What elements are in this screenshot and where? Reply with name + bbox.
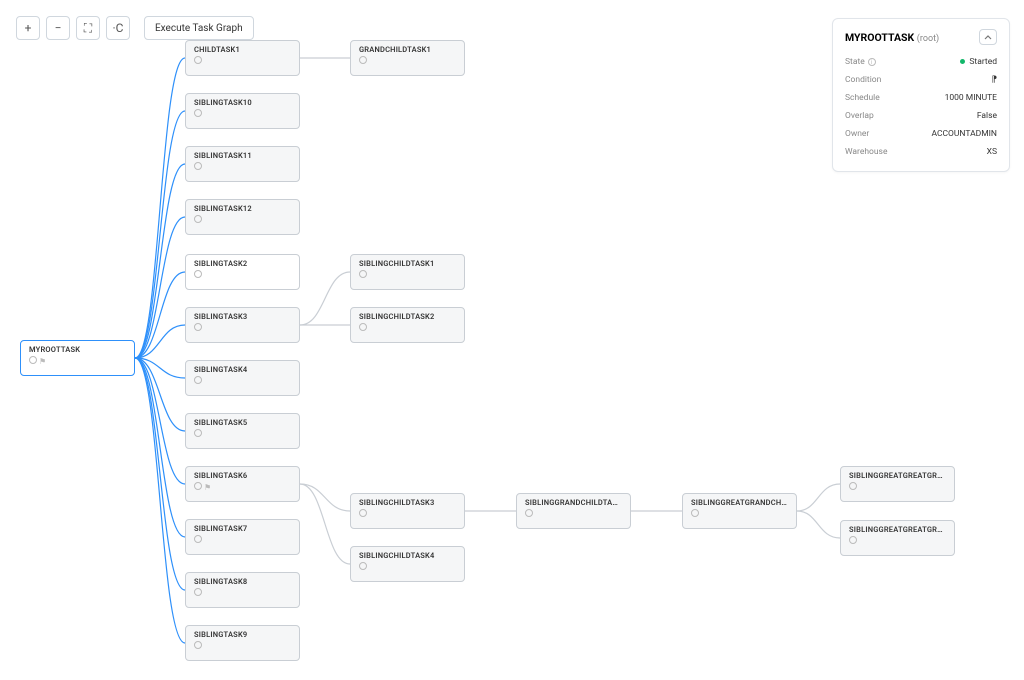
- panel-title: MYROOTTASK (root): [845, 31, 939, 44]
- task-label: SIBLINGTASK5: [194, 418, 291, 427]
- panel-row-schedule: Schedule 1000 MINUTE: [845, 89, 997, 107]
- task-node-root[interactable]: MYROOTTASK ⚑: [20, 340, 135, 376]
- task-label: SIBLINGTASK7: [194, 524, 291, 533]
- panel-row-overlap: Overlap False: [845, 107, 997, 125]
- task-label: SIBLINGGREATGRANDCHIL…: [691, 498, 788, 507]
- task-sub-icons: ⚑: [29, 356, 126, 366]
- fullscreen-button[interactable]: ⛶: [76, 16, 100, 40]
- execute-task-graph-button[interactable]: Execute Task Graph: [144, 16, 254, 40]
- detail-panel: MYROOTTASK (root) State i Started Condit…: [832, 18, 1010, 172]
- task-node[interactable]: SIBLINGTASK10: [185, 93, 300, 129]
- recenter-button[interactable]: ·C: [106, 16, 130, 40]
- task-node[interactable]: SIBLINGCHILDTASK4: [350, 546, 465, 582]
- task-label: SIBLINGGREATGREATGRAND…: [849, 525, 946, 534]
- task-label: SIBLINGTASK2: [194, 259, 291, 268]
- zoom-out-button[interactable]: −: [46, 16, 70, 40]
- task-label: SIBLINGTASK8: [194, 577, 291, 586]
- panel-row-state: State i Started: [845, 53, 997, 71]
- info-icon: i: [868, 58, 876, 66]
- zoom-in-button[interactable]: +: [16, 16, 40, 40]
- task-node[interactable]: SIBLINGTASK7: [185, 519, 300, 555]
- toolbar: + − ⛶ ·C Execute Task Graph: [16, 16, 254, 40]
- task-label: MYROOTTASK: [29, 345, 126, 354]
- task-node[interactable]: GRANDCHILDTASK1: [350, 40, 465, 76]
- task-label: CHILDTASK1: [194, 45, 291, 54]
- task-node[interactable]: SIBLINGTASK3: [185, 307, 300, 343]
- task-label: SIBLINGGREATGREATGRAND…: [849, 471, 946, 480]
- panel-row-warehouse: Warehouse XS: [845, 143, 997, 161]
- task-label: SIBLINGGRANDCHILDTASK31: [525, 498, 622, 507]
- collapse-button[interactable]: [979, 29, 997, 45]
- task-label: SIBLINGCHILDTASK1: [359, 259, 456, 268]
- task-node[interactable]: SIBLINGGREATGRANDCHIL…: [682, 493, 797, 529]
- task-node[interactable]: SIBLINGTASK12: [185, 199, 300, 235]
- task-label: SIBLINGTASK12: [194, 204, 291, 213]
- task-node[interactable]: SIBLINGGRANDCHILDTASK31: [516, 493, 631, 529]
- task-node[interactable]: SIBLINGTASK5: [185, 413, 300, 449]
- panel-row-owner: Owner ACCOUNTADMIN: [845, 125, 997, 143]
- task-label: SIBLINGCHILDTASK4: [359, 551, 456, 560]
- task-label: SIBLINGTASK10: [194, 98, 291, 107]
- task-node[interactable]: SIBLINGGREATGREATGRAND…: [840, 466, 955, 502]
- task-label: SIBLINGTASK11: [194, 151, 291, 160]
- task-node[interactable]: SIBLINGTASK6 ⚑: [185, 466, 300, 502]
- task-node[interactable]: SIBLINGTASK9: [185, 625, 300, 661]
- task-node[interactable]: SIBLINGTASK4: [185, 360, 300, 396]
- task-label: SIBLINGCHILDTASK3: [359, 498, 456, 507]
- task-label: SIBLINGTASK9: [194, 630, 291, 639]
- task-node[interactable]: SIBLINGCHILDTASK1: [350, 254, 465, 290]
- task-label: SIBLINGTASK4: [194, 365, 291, 374]
- task-label: SIBLINGTASK6: [194, 471, 291, 480]
- task-node[interactable]: SIBLINGTASK2: [185, 254, 300, 290]
- task-node[interactable]: SIBLINGCHILDTASK2: [350, 307, 465, 343]
- task-node[interactable]: SIBLINGTASK11: [185, 146, 300, 182]
- task-label: SIBLINGTASK3: [194, 312, 291, 321]
- task-node[interactable]: SIBLINGTASK8: [185, 572, 300, 608]
- task-node[interactable]: SIBLINGCHILDTASK3: [350, 493, 465, 529]
- task-node[interactable]: SIBLINGGREATGREATGRAND…: [840, 520, 955, 556]
- task-label: GRANDCHILDTASK1: [359, 45, 456, 54]
- panel-row-condition: Condition ⁋: [845, 71, 997, 89]
- chevron-up-icon: [984, 34, 992, 40]
- task-label: SIBLINGCHILDTASK2: [359, 312, 456, 321]
- status-dot-icon: [960, 59, 965, 64]
- task-node[interactable]: CHILDTASK1: [185, 40, 300, 76]
